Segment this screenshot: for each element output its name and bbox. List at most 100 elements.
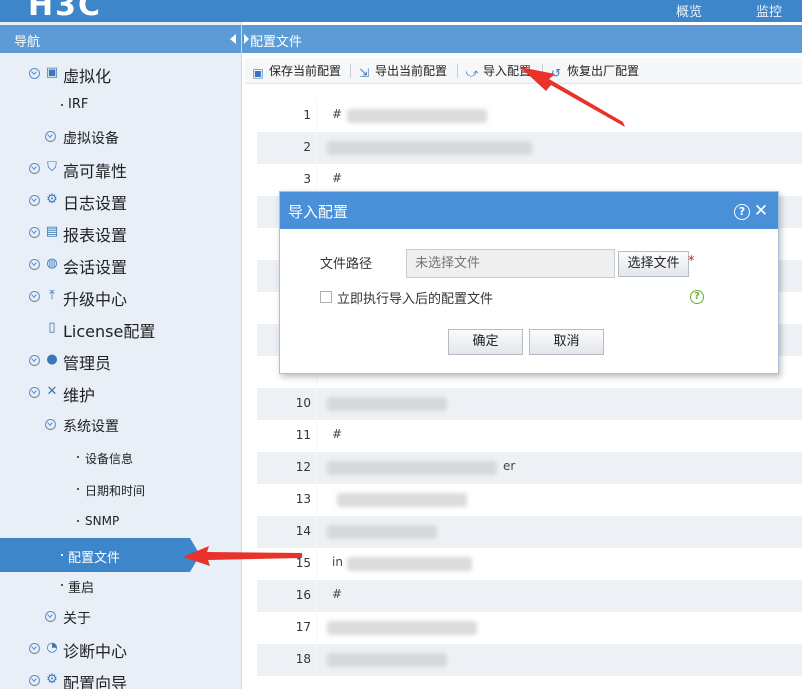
expand-toggle-icon[interactable] (29, 291, 40, 302)
redacted-text (347, 557, 472, 571)
sidebar-item-maintenance[interactable]: ✕ 维护 (0, 379, 241, 409)
line-text: # (332, 587, 343, 601)
bullet-icon (61, 584, 63, 586)
expand-toggle-icon[interactable] (29, 68, 40, 79)
ok-button[interactable]: 确定 (448, 329, 523, 355)
help-icon[interactable]: ? (734, 204, 750, 220)
sidebar-item-high-availability[interactable]: ⛉ 高可靠性 (0, 155, 241, 185)
restore-factory-label: 恢复出厂配置 (567, 64, 640, 78)
save-config-button[interactable]: ▣ 保存当前配置 (251, 62, 341, 80)
bullet-icon (61, 104, 63, 106)
apply-now-label[interactable]: 立即执行导入后的配置文件 (337, 288, 493, 307)
import-config-dialog: 导入配置 ? ✕ 文件路径 选择文件 * 立即执行导入后的配置文件 ? 确定 取… (279, 191, 779, 374)
sidebar-item-log-settings[interactable]: ⚙ 日志设置 (0, 187, 241, 217)
upload-icon: ⤒ (49, 288, 55, 303)
sidebar-item-about[interactable]: 关于 (0, 603, 241, 633)
close-icon[interactable]: ✕ (753, 202, 769, 220)
sidebar-item-report-settings[interactable]: ▤ 报表设置 (0, 219, 241, 249)
sidebar-item-label: 升级中心 (63, 290, 128, 309)
export-config-label: 导出当前配置 (375, 64, 448, 78)
sidebar-item-virtual-device[interactable]: 虚拟设备 (0, 123, 241, 153)
toolbar-divider (457, 64, 458, 78)
cancel-button[interactable]: 取消 (529, 329, 604, 355)
line-number: 3 (303, 172, 311, 186)
expand-toggle-icon[interactable] (29, 675, 40, 686)
line-gutter (316, 484, 317, 516)
redacted-text (327, 621, 477, 635)
config-line: 12 er (257, 452, 802, 484)
expand-toggle-icon[interactable] (29, 259, 40, 270)
save-icon: ▣ (252, 66, 264, 80)
nav-link-monitor[interactable]: 监控 (756, 1, 782, 20)
line-gutter (316, 452, 317, 484)
sidebar-item-irf[interactable]: IRF (0, 91, 241, 121)
line-number: 17 (295, 620, 311, 634)
line-gutter (316, 612, 317, 644)
sidebar-item-device-info[interactable]: 设备信息 (0, 443, 241, 473)
line-gutter (316, 644, 317, 676)
config-line: 16 # (257, 580, 802, 612)
brand-logo: H3C (28, 0, 102, 23)
line-number: 13 (295, 492, 311, 506)
sidebar-item-config-wizard[interactable]: ⚙ 配置向导 (0, 667, 241, 689)
sidebar-item-label: 日志设置 (63, 194, 128, 213)
sidebar-item-label: 报表设置 (63, 226, 128, 245)
export-config-button[interactable]: ⇲ 导出当前配置 (357, 62, 447, 80)
line-text: # (332, 171, 343, 185)
line-number: 16 (295, 588, 311, 602)
sidebar-item-label: License配置 (63, 322, 156, 341)
sidebar: 导航 ▣ 虚拟化 IRF 虚拟设备 ⛉ 高可靠性 ⚙ 日志设置 ▤ 报表设置 ◍… (0, 22, 242, 689)
redacted-text (327, 461, 497, 475)
sidebar-item-session-settings[interactable]: ◍ 会话设置 (0, 251, 241, 281)
line-number: 11 (295, 428, 311, 442)
sidebar-item-label: 管理员 (63, 354, 112, 373)
wizard-icon: ⚙ (46, 672, 58, 687)
info-help-icon[interactable]: ? (690, 290, 704, 304)
redacted-text (327, 141, 532, 155)
top-header: H3C 概览 监控 (0, 0, 802, 23)
expand-toggle-icon[interactable] (29, 227, 40, 238)
sidebar-item-license[interactable]: ▯ License配置 (0, 315, 241, 345)
expand-toggle-icon[interactable] (29, 355, 40, 366)
breadcrumb: 配置文件 (242, 25, 802, 53)
expand-toggle-icon[interactable] (29, 195, 40, 206)
collapse-sidebar-icon[interactable] (230, 34, 236, 44)
expand-toggle-icon[interactable] (45, 131, 56, 142)
tools-icon: ✕ (46, 384, 58, 399)
line-gutter (316, 548, 317, 580)
nav-link-overview[interactable]: 概览 (676, 1, 702, 20)
sidebar-item-label: 会话设置 (63, 258, 128, 277)
import-config-label: 导入配置 (483, 64, 532, 78)
config-line: 11 # (257, 420, 802, 452)
sidebar-item-label: 高可靠性 (63, 162, 128, 181)
log-icon: ⚙ (46, 192, 58, 207)
line-number: 14 (295, 524, 311, 538)
sidebar-item-date-time[interactable]: 日期和时间 (0, 475, 241, 505)
restore-factory-button[interactable]: ↺ 恢复出厂配置 (549, 62, 639, 80)
import-config-button[interactable]: ⤻ 导入配置 (465, 62, 531, 80)
expand-toggle-icon[interactable] (45, 611, 56, 622)
sidebar-item-diagnostic-center[interactable]: ◔ 诊断中心 (0, 635, 241, 665)
sidebar-item-label: 关于 (63, 611, 91, 627)
sidebar-item-virtualization[interactable]: ▣ 虚拟化 (0, 60, 241, 90)
line-number: 18 (295, 652, 311, 666)
choose-file-button[interactable]: 选择文件 (618, 251, 689, 277)
sidebar-item-upgrade-center[interactable]: ⤒ 升级中心 (0, 283, 241, 313)
config-line: 17 (257, 612, 802, 644)
sidebar-item-system-settings[interactable]: 系统设置 (0, 411, 241, 441)
sidebar-item-administrators[interactable]: ● 管理员 (0, 347, 241, 377)
apply-now-checkbox[interactable] (320, 291, 332, 303)
sidebar-item-label: 诊断中心 (63, 642, 128, 661)
expand-toggle-icon[interactable] (29, 643, 40, 654)
expand-toggle-icon[interactable] (45, 419, 56, 430)
config-line: 18 (257, 644, 802, 676)
sidebar-item-snmp[interactable]: SNMP (0, 507, 241, 537)
line-gutter (316, 100, 317, 132)
sidebar-item-label: 维护 (63, 386, 96, 405)
sidebar-item-config-file[interactable]: 配置文件 (0, 538, 190, 572)
line-gutter (316, 420, 317, 452)
file-path-input[interactable] (406, 249, 615, 278)
expand-toggle-icon[interactable] (29, 387, 40, 398)
sidebar-item-reboot[interactable]: 重启 (0, 571, 241, 601)
expand-toggle-icon[interactable] (29, 163, 40, 174)
